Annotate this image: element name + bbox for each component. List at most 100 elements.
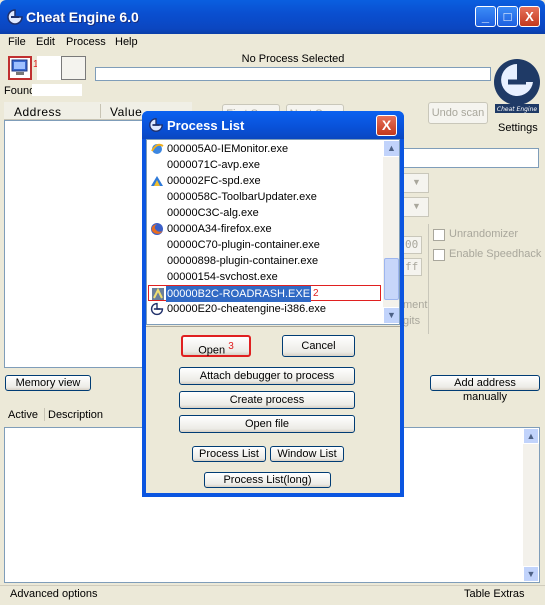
menu-edit[interactable]: Edit: [36, 36, 55, 48]
alignment-label-fragment: ment: [403, 299, 428, 311]
process-list-long-button[interactable]: Process List(long): [204, 472, 331, 488]
process-label: No Process Selected: [241, 53, 345, 65]
dialog-divider: [146, 326, 400, 327]
header-divider: [100, 104, 101, 118]
menu-help[interactable]: Help: [115, 36, 138, 48]
process-row[interactable]: 000002FC-spd.exe: [150, 173, 382, 189]
value-input[interactable]: [403, 148, 539, 168]
chevron-down-icon: ▼: [412, 201, 421, 211]
main-title-bar[interactable]: Cheat Engine 6.0 _ □ X: [0, 0, 545, 34]
memory-start-field[interactable]: 00: [402, 236, 422, 254]
digits-label-fragment: gits: [403, 315, 421, 327]
memory-stop-value: ff: [405, 260, 419, 273]
dialog-title-bar[interactable]: Process List X: [142, 111, 404, 139]
svg-text:Cheat Engine: Cheat Engine: [497, 106, 537, 113]
value-column-header[interactable]: Value: [110, 105, 142, 119]
speedhack-label: Enable Speedhack: [449, 248, 542, 260]
process-row[interactable]: 00000C3C-alg.exe: [150, 205, 382, 221]
active-column-header[interactable]: Active: [8, 409, 38, 421]
add-address-button[interactable]: Add address manually: [430, 375, 540, 403]
process-name: 00000154-svchost.exe: [167, 271, 278, 283]
maximize-button[interactable]: □: [497, 6, 518, 27]
cheat-engine-logo-icon[interactable]: Cheat Engine: [492, 54, 542, 118]
options-group-border: [428, 224, 429, 334]
settings-label[interactable]: Settings: [498, 122, 538, 134]
address-column-header[interactable]: Address: [14, 105, 62, 119]
dialog-title: Process List: [167, 118, 245, 133]
process-name: 00000C3C-alg.exe: [167, 207, 259, 219]
process-row[interactable]: 00000C70-plugin-container.exe: [150, 237, 382, 253]
menu-file[interactable]: File: [8, 36, 26, 48]
process-row-selected[interactable]: 00000B2C-ROADRASH.EXE 2: [148, 285, 381, 302]
description-column-header[interactable]: Description: [48, 409, 103, 421]
minimize-button[interactable]: _: [475, 6, 496, 27]
attach-debugger-button[interactable]: Attach debugger to process: [179, 367, 355, 385]
save-table-button[interactable]: [61, 56, 86, 80]
dialog-close-button[interactable]: X: [376, 115, 397, 136]
advanced-options-link[interactable]: Advanced options: [10, 588, 97, 600]
progress-bar: [95, 67, 491, 81]
menu-bar: File Edit Process Help: [0, 34, 545, 52]
memory-stop-field[interactable]: ff: [402, 258, 422, 276]
cheatengine-icon: [150, 302, 164, 316]
value-type-dropdown[interactable]: ▼: [403, 197, 429, 217]
open-button[interactable]: Open 3: [181, 335, 251, 357]
header-divider: [44, 408, 45, 421]
unrandomizer-checkbox[interactable]: [433, 229, 445, 241]
open-button-label: Open: [198, 344, 226, 357]
process-name: 0000058C-ToolbarUpdater.exe: [167, 191, 317, 203]
process-row[interactable]: 00000898-plugin-container.exe: [150, 253, 382, 269]
status-bar: Advanced options Table Extras: [0, 585, 545, 605]
speedhack-checkbox[interactable]: [433, 249, 445, 261]
process-name: 00000B2C-ROADRASH.EXE: [166, 286, 312, 302]
chevron-down-icon: ▼: [412, 177, 421, 187]
process-list-scrollbar[interactable]: ▲ ▼: [383, 140, 399, 324]
scroll-down-icon[interactable]: ▼: [523, 566, 539, 582]
ie-icon: [151, 143, 164, 154]
process-row[interactable]: 000005A0-IEMonitor.exe: [150, 141, 382, 157]
spd-icon: [151, 176, 163, 186]
scan-type-dropdown[interactable]: ▼: [403, 173, 429, 193]
select-process-button[interactable]: [8, 56, 32, 80]
process-row[interactable]: 00000A34-firefox.exe: [150, 221, 382, 237]
scroll-up-icon[interactable]: ▲: [383, 140, 399, 157]
window-list-button[interactable]: Window List: [270, 446, 344, 462]
open-file-button[interactable]: Open file: [179, 415, 355, 433]
undo-scan-button[interactable]: Undo scan: [428, 102, 488, 124]
process-list-button[interactable]: Process List: [192, 446, 266, 462]
memory-start-value: 00: [405, 238, 419, 251]
process-row[interactable]: 00000154-svchost.exe: [150, 269, 382, 285]
process-name: 000002FC-spd.exe: [167, 175, 261, 187]
cancel-button[interactable]: Cancel: [282, 335, 355, 357]
process-row[interactable]: 00000E20-cheatengine-i386.exe: [150, 301, 382, 317]
unrandomizer-label: Unrandomizer: [449, 228, 519, 240]
dialog-body: 000005A0-IEMonitor.exe 0000071C-avp.exe …: [146, 139, 400, 493]
scroll-thumb[interactable]: [384, 258, 399, 300]
process-row[interactable]: 0000058C-ToolbarUpdater.exe: [150, 189, 382, 205]
computer-icon: [11, 59, 28, 75]
close-button[interactable]: X: [519, 6, 540, 27]
menu-process[interactable]: Process: [66, 36, 106, 48]
process-name: 00000A34-firefox.exe: [167, 223, 272, 235]
process-list[interactable]: 000005A0-IEMonitor.exe 0000071C-avp.exe …: [146, 139, 400, 325]
table-extras-link[interactable]: Table Extras: [464, 588, 525, 600]
memory-view-button[interactable]: Memory view: [5, 375, 91, 391]
create-process-button[interactable]: Create process: [179, 391, 355, 409]
cheat-engine-app-icon: [149, 118, 163, 132]
found-overlay: [32, 84, 82, 96]
open-table-button[interactable]: [37, 56, 62, 80]
process-name: 00000C70-plugin-container.exe: [167, 239, 320, 251]
process-row[interactable]: 0000071C-avp.exe: [150, 157, 382, 173]
scroll-up-icon[interactable]: ▲: [523, 428, 539, 444]
process-name: 0000071C-avp.exe: [167, 159, 260, 171]
cheat-table-scrollbar[interactable]: ▲ ▼: [523, 428, 539, 582]
process-name: 000005A0-IEMonitor.exe: [167, 143, 289, 155]
roadrash-icon: [152, 287, 164, 300]
process-name: 00000E20-cheatengine-i386.exe: [167, 303, 327, 315]
process-list-dialog: Process List X 000005A0-IEMonitor.exe 00…: [142, 111, 404, 497]
window-title: Cheat Engine 6.0: [26, 9, 139, 25]
process-name: 00000898-plugin-container.exe: [167, 255, 319, 267]
scroll-down-icon[interactable]: ▼: [383, 307, 399, 324]
annotation-marker-2: 2: [313, 288, 319, 299]
firefox-icon: [151, 223, 163, 235]
